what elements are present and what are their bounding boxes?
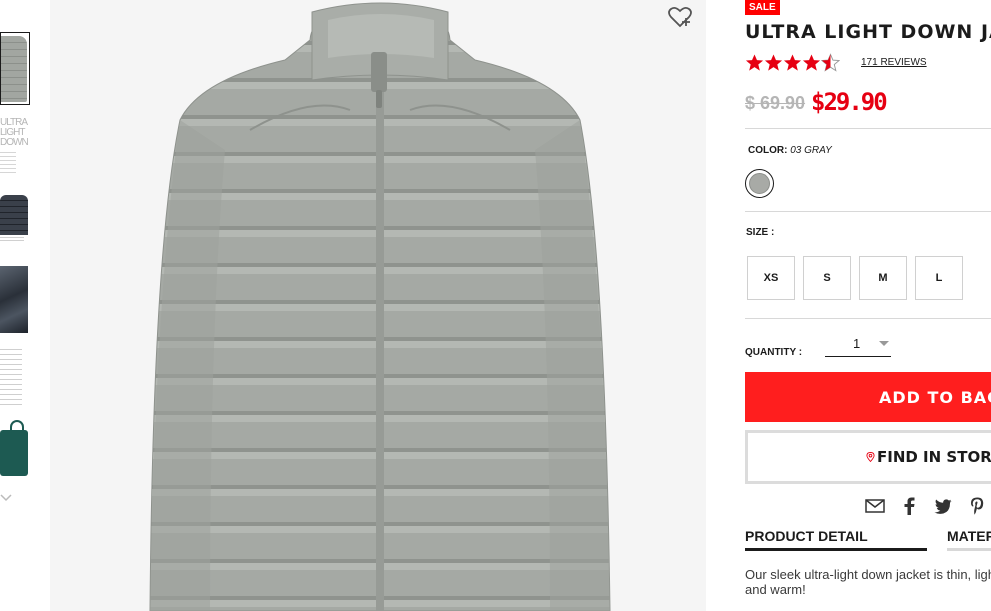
jacket-illustration bbox=[149, 2, 611, 611]
share-icons bbox=[865, 496, 987, 516]
find-in-store-button[interactable]: FIND IN STORE bbox=[745, 430, 991, 484]
color-value: 03 GRAY bbox=[790, 145, 832, 156]
star-full-icon bbox=[764, 54, 783, 71]
thumbnail-text: ULTRA LIGHT DOWN bbox=[0, 118, 29, 148]
product-info-panel: SALE ULTRA LIGHT DOWN JACKET 171 REVIEWS… bbox=[745, 0, 991, 611]
location-pin-icon bbox=[866, 452, 875, 463]
thumbnail-caption-lines bbox=[0, 237, 24, 243]
heart-plus-icon[interactable] bbox=[668, 6, 692, 28]
thumbnail-bag-image bbox=[0, 430, 28, 476]
size-option-m[interactable]: M bbox=[859, 256, 907, 300]
thumbnail-gray-jacket-image bbox=[1, 36, 27, 102]
star-full-icon bbox=[783, 54, 802, 71]
tab-materials[interactable]: MATERIALS bbox=[947, 528, 991, 551]
star-full-icon bbox=[802, 54, 821, 71]
star-half-icon bbox=[821, 53, 840, 72]
thumbnail-size-chart[interactable] bbox=[0, 349, 30, 409]
rating-stars bbox=[745, 53, 840, 75]
thumbnail-dark-jacket-image bbox=[0, 195, 28, 235]
color-label: COLOR: 03 GRAY bbox=[748, 145, 832, 156]
divider bbox=[745, 128, 991, 129]
sale-price: $29.90 bbox=[811, 88, 888, 116]
size-option-xs[interactable]: XS bbox=[747, 256, 795, 300]
thumbnail-text-graphic[interactable]: ULTRA LIGHT DOWN bbox=[0, 118, 30, 176]
size-options: XS S M L bbox=[747, 256, 963, 300]
thumbnail-size-chart-image bbox=[0, 349, 22, 409]
reviews-link[interactable]: 171 REVIEWS bbox=[861, 57, 927, 68]
quantity-value: 1 bbox=[853, 336, 861, 351]
twitter-icon[interactable] bbox=[933, 496, 953, 516]
email-icon[interactable] bbox=[865, 496, 885, 516]
thumbnail-dark-jacket[interactable] bbox=[0, 189, 30, 245]
color-swatch-fill bbox=[749, 173, 770, 194]
size-option-l[interactable]: L bbox=[915, 256, 963, 300]
product-main-image bbox=[50, 0, 706, 611]
facebook-icon[interactable] bbox=[899, 496, 919, 516]
find-in-store-label: FIND IN STORE bbox=[877, 448, 991, 466]
divider bbox=[745, 211, 991, 212]
thumbnail-fabric-closeup[interactable] bbox=[0, 266, 30, 333]
original-price: $ 69.90 bbox=[745, 93, 806, 113]
quantity-select[interactable]: 1 bbox=[825, 333, 891, 357]
pinterest-icon[interactable] bbox=[967, 496, 987, 516]
product-description: Our sleek ultra-light down jacket is thi… bbox=[745, 567, 991, 597]
divider bbox=[745, 318, 991, 319]
thumbnail-storage-bag[interactable] bbox=[0, 420, 30, 487]
thumbnail-text-lines bbox=[0, 152, 16, 174]
thumbnail-rail: ULTRA LIGHT DOWN bbox=[0, 0, 34, 611]
color-label-text: COLOR: bbox=[748, 145, 788, 156]
add-to-bag-button[interactable]: ADD TO BAG bbox=[745, 372, 991, 422]
thumbnail-fabric-image bbox=[0, 266, 28, 333]
product-title: ULTRA LIGHT DOWN JACKET bbox=[745, 21, 991, 43]
size-option-s[interactable]: S bbox=[803, 256, 851, 300]
color-swatch-gray[interactable] bbox=[745, 169, 774, 198]
caret-down-icon bbox=[879, 341, 889, 346]
size-label: SIZE : bbox=[746, 227, 775, 238]
tab-product-detail[interactable]: PRODUCT DETAIL bbox=[745, 528, 927, 551]
chevron-down-icon[interactable] bbox=[0, 492, 14, 506]
star-full-icon bbox=[745, 54, 764, 71]
thumbnail-gray-jacket[interactable] bbox=[0, 32, 30, 105]
sale-badge: SALE bbox=[745, 0, 780, 15]
quantity-label: QUANTITY : bbox=[745, 347, 803, 358]
